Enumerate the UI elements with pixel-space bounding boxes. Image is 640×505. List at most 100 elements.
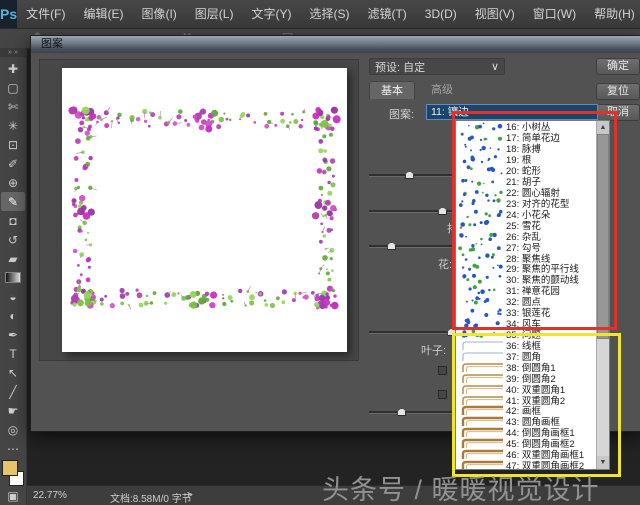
menu-item-0[interactable]: 文件(F): [17, 0, 74, 28]
leaf-checkbox-2[interactable]: [438, 390, 447, 399]
slider-thumb-1[interactable]: [405, 171, 414, 179]
menu-item-7[interactable]: 3D(D): [416, 0, 466, 28]
dodge-icon: ◐: [9, 309, 16, 323]
document-size-info: 文档:8.58M/0 字节: [110, 490, 192, 505]
hand-tool[interactable]: ☛: [1, 401, 25, 420]
menu-item-2[interactable]: 图像(I): [132, 0, 185, 28]
pattern-thumbnail-icon: [458, 384, 504, 394]
pen-tool[interactable]: ✒: [1, 325, 25, 344]
photoshop-logo[interactable]: Ps: [0, 0, 17, 28]
type-icon: T: [9, 347, 16, 361]
pattern-thumbnail-icon: [458, 274, 504, 284]
slider-thumb-3[interactable]: [387, 242, 396, 250]
editbar-button-icon: ⋯: [7, 442, 19, 456]
dodge-tool[interactable]: ◐: [1, 306, 25, 325]
preset-dropdown[interactable]: 预设: 自定 ∨: [369, 58, 505, 75]
photoshop-window: Ps 文件(F)编辑(E)图像(I)图层(L)文字(Y)选择(S)滤镜(T)3D…: [0, 0, 640, 505]
zoom-icon: ◎: [8, 423, 18, 437]
dialog-title-bar[interactable]: 图案: [31, 36, 640, 53]
pattern-thumbnail-icon: [458, 176, 504, 186]
toolbar-collapse-button[interactable]: » »: [0, 48, 26, 57]
tab-advanced[interactable]: 高级: [419, 81, 465, 99]
move-tool[interactable]: ✚: [1, 59, 25, 78]
screen-mode-button[interactable]: ▣: [1, 486, 25, 505]
lasso-tool[interactable]: ✄: [1, 97, 25, 116]
menu-item-9[interactable]: 窗口(W): [524, 0, 585, 28]
clone-stamp-tool[interactable]: ◘: [1, 211, 25, 230]
pattern-thumbnail-icon: [458, 405, 504, 415]
eraser-tool[interactable]: ▰: [1, 249, 25, 268]
healing-brush-tool[interactable]: ⊕: [1, 173, 25, 192]
eraser-icon: ▰: [8, 252, 17, 266]
rectangular-marquee-icon: ▢: [7, 81, 18, 95]
zoom-tool[interactable]: ◎: [1, 420, 25, 439]
eyedropper-tool[interactable]: ✐: [1, 154, 25, 173]
document-canvas[interactable]: [62, 68, 347, 352]
scrollbar-thumb[interactable]: [597, 134, 609, 339]
pattern-thumbnail-icon: [458, 187, 504, 197]
leaf-checkbox-1[interactable]: [438, 366, 447, 375]
slider-thumb-5[interactable]: [397, 408, 406, 416]
pattern-thumbnail-icon: [458, 427, 504, 437]
crop-tool[interactable]: ⊡: [1, 135, 25, 154]
menu-item-6[interactable]: 滤镜(T): [358, 0, 415, 28]
zoom-level-field[interactable]: 22.77%: [33, 490, 67, 501]
pattern-thumbnail-icon: [458, 449, 504, 459]
ok-button[interactable]: 确定: [596, 58, 640, 75]
pattern-thumbnail-icon: [458, 198, 504, 208]
pattern-thumbnail-icon: [458, 132, 504, 142]
pattern-thumbnail-icon: [458, 329, 504, 339]
scroll-up-icon[interactable]: ▲: [597, 121, 609, 134]
menu-item-4[interactable]: 文字(Y): [242, 0, 300, 28]
pen-icon: ✒: [8, 328, 18, 342]
type-tool[interactable]: T: [1, 344, 25, 363]
move-icon: ✚: [8, 62, 18, 76]
pattern-thumbnail-icon: [458, 154, 504, 164]
gradient-tool[interactable]: [1, 268, 25, 287]
status-chevron-icon[interactable]: >: [187, 490, 193, 501]
blur-tool[interactable]: ◒: [1, 287, 25, 306]
magic-wand-icon: ✳: [8, 119, 18, 133]
brush-tool[interactable]: ✎: [1, 192, 25, 211]
pattern-thumbnail-icon: [458, 395, 504, 405]
path-selection-icon: ↖: [8, 366, 18, 380]
history-brush-tool[interactable]: ↺: [1, 230, 25, 249]
list-scrollbar[interactable]: ▲ ▼: [596, 121, 609, 469]
slider-track-3[interactable]: [369, 245, 454, 248]
preset-label: 预设: 自定: [375, 59, 425, 75]
reset-button[interactable]: 复位: [596, 83, 640, 100]
clone-stamp-icon: ◘: [9, 214, 16, 228]
menu-item-8[interactable]: 视图(V): [466, 0, 524, 28]
slider-track-4[interactable]: [369, 331, 454, 334]
pattern-label: 图案:: [389, 106, 414, 122]
foreground-background-swatches[interactable]: [1, 460, 25, 486]
path-selection-tool[interactable]: ↖: [1, 363, 25, 382]
foreground-color-swatch[interactable]: [2, 460, 18, 476]
menu-item-5[interactable]: 选择(S): [300, 0, 358, 28]
pattern-thumbnail-icon: [458, 231, 504, 241]
brush-icon: ✎: [8, 195, 18, 209]
watermark-text: 头条号 / 暖暖视觉设计: [322, 468, 600, 505]
tab-basic[interactable]: 基本: [369, 81, 415, 99]
lasso-icon: ✄: [8, 100, 18, 114]
history-brush-icon: ↺: [8, 233, 18, 247]
pattern-thumbnail-icon: [458, 143, 504, 153]
slider-track-5[interactable]: [369, 411, 454, 414]
pattern-value-dropdown[interactable]: 11: 镶边: [426, 104, 598, 120]
chevron-down-icon: ∨: [491, 60, 499, 73]
edit-toolbar-button[interactable]: ⋯: [1, 439, 25, 458]
pattern-thumbnail-icon: [458, 438, 504, 448]
menu-item-1[interactable]: 编辑(E): [74, 0, 132, 28]
line-tool[interactable]: ╱: [1, 382, 25, 401]
magic-wand-tool[interactable]: ✳: [1, 116, 25, 135]
menu-item-3[interactable]: 图层(L): [186, 0, 243, 28]
rectangular-marquee-tool[interactable]: ▢: [1, 78, 25, 97]
pattern-thumbnail-icon: [458, 209, 504, 219]
slider-thumb-2[interactable]: [438, 207, 447, 215]
eyedropper-icon: ✐: [8, 157, 18, 171]
healing-brush-icon: ⊕: [8, 176, 18, 190]
menu-item-10[interactable]: 帮助(H): [585, 0, 640, 28]
pattern-thumbnail-icon: [458, 285, 504, 295]
pattern-thumbnail-icon: [458, 307, 504, 317]
cancel-button[interactable]: 取消: [596, 104, 640, 121]
